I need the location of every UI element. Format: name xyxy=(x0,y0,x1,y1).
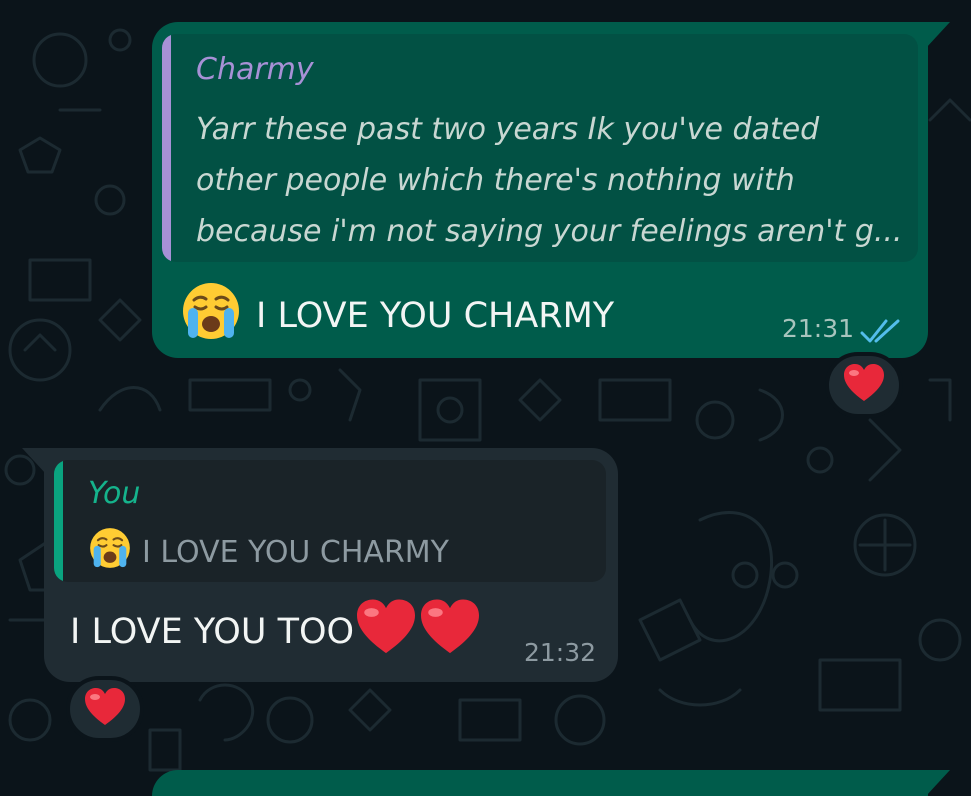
message-text: I LOVE YOU CHARMY xyxy=(256,295,615,336)
red-heart-icon xyxy=(83,687,127,731)
quoted-message-text: I LOVE YOU CHARMY xyxy=(88,526,449,578)
quoted-text: I LOVE YOU CHARMY xyxy=(142,534,450,570)
red-heart-icon xyxy=(354,598,418,665)
quoted-line: Yarr these past two years Ik you've date… xyxy=(196,112,820,147)
double-check-read-icon xyxy=(860,319,900,343)
bubble-tail xyxy=(926,770,950,796)
message-timestamp: 21:32 xyxy=(523,638,596,667)
quoted-line: because i'm not saying your feelings are… xyxy=(196,214,903,249)
outgoing-message-bubble[interactable]: Charmy Yarr these past two years Ik you'… xyxy=(152,22,950,358)
quoted-sender-name: Charmy xyxy=(196,52,314,87)
bubble-tail xyxy=(22,448,46,474)
quoted-line: other people which there's nothing with xyxy=(196,163,795,198)
loudly-crying-face-icon xyxy=(180,280,242,351)
outgoing-message-bubble-partial[interactable] xyxy=(152,770,950,796)
reaction-badge[interactable] xyxy=(825,352,903,418)
message-text: I LOVE YOU TOO xyxy=(70,611,355,652)
red-heart-icon xyxy=(418,598,482,665)
message-body: I LOVE YOU CHARMY xyxy=(180,280,614,351)
quoted-sender-name: You xyxy=(88,476,141,511)
quoted-reply[interactable]: You I LOVE YOU CHARMY xyxy=(54,460,606,582)
incoming-message-bubble[interactable]: You I LOVE YOU CHARMY I LOVE YOU TOO 21:… xyxy=(22,448,618,682)
quote-accent-bar xyxy=(54,460,63,582)
red-heart-icon xyxy=(842,363,886,407)
quote-accent-bar xyxy=(162,34,171,262)
message-body: I LOVE YOU TOO xyxy=(70,598,482,665)
reaction-badge[interactable] xyxy=(66,676,144,742)
quoted-reply[interactable]: Charmy Yarr these past two years Ik you'… xyxy=(162,34,918,262)
message-timestamp: 21:31 xyxy=(781,314,854,343)
quoted-message-text: Yarr these past two years Ik you've date… xyxy=(196,104,906,257)
chat-background: Charmy Yarr these past two years Ik you'… xyxy=(0,0,971,796)
loudly-crying-face-icon xyxy=(88,526,132,578)
bubble-tail xyxy=(926,22,950,48)
